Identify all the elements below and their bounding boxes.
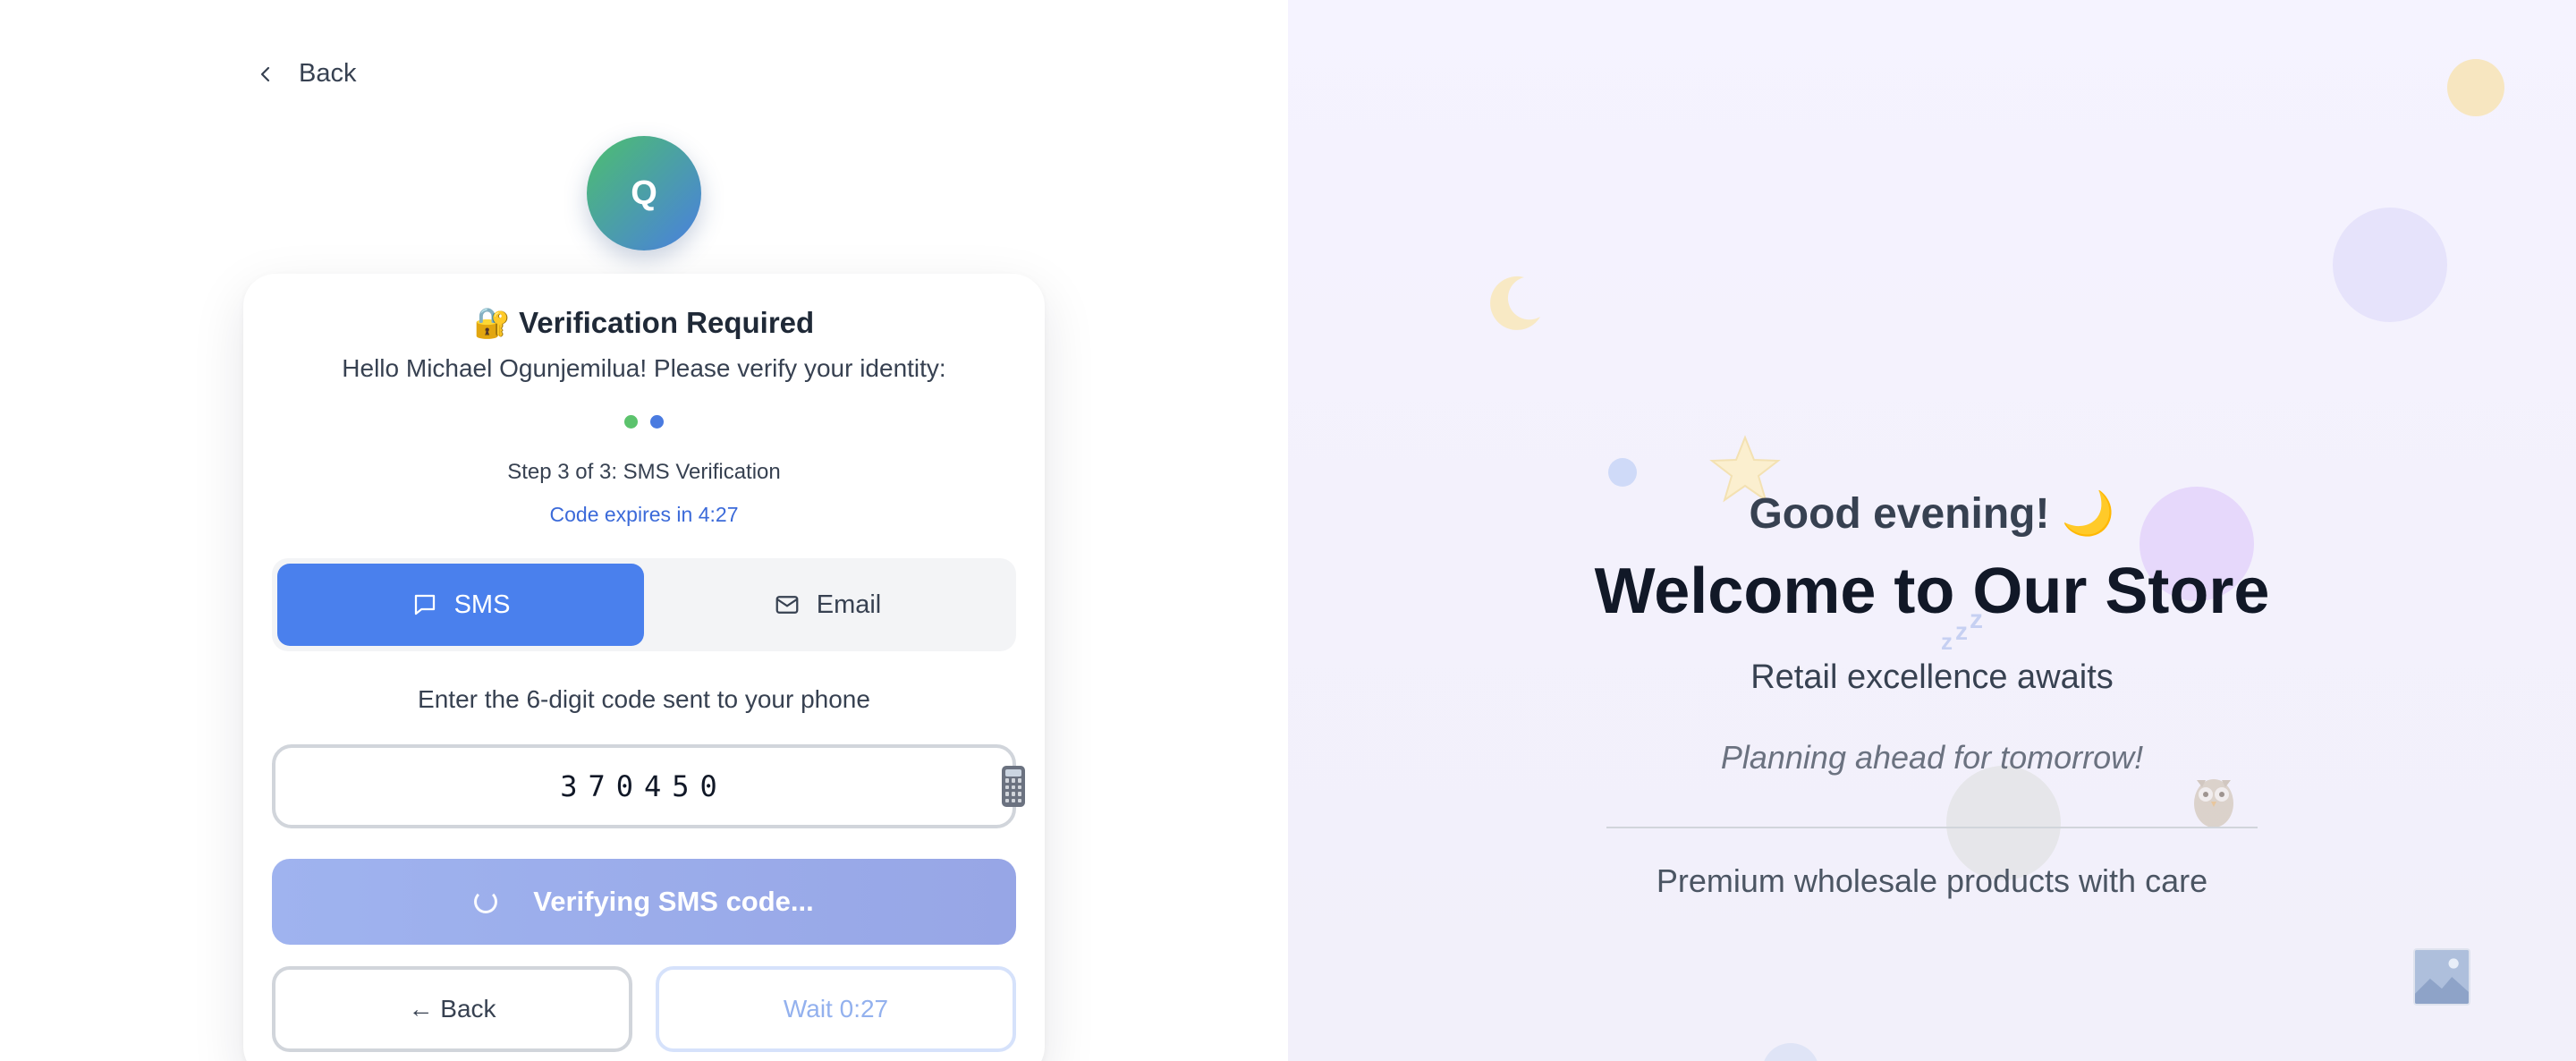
- decorative-bubble: [1762, 1043, 1819, 1061]
- avatar: Q: [587, 136, 701, 250]
- divider: [1606, 827, 2258, 828]
- tab-email-label: Email: [816, 590, 882, 619]
- verification-panel: Back Q 🔐 Verification Required Hello Mic…: [0, 0, 1288, 1061]
- method-selector: SMS Email: [272, 558, 1016, 651]
- progress-dots: [243, 415, 1045, 429]
- subtagline: Planning ahead for tomorrow!: [1720, 739, 2144, 776]
- code-instruction: Enter the 6-digit code sent to your phon…: [418, 685, 870, 713]
- page-title: 🔐 Verification Required: [473, 306, 815, 339]
- code-expiry-timer: Code expires in 4:27: [549, 503, 739, 526]
- welcome-title: Welcome to Our Store: [1594, 556, 2270, 627]
- verify-button-label: Verifying SMS code...: [533, 886, 814, 917]
- description: Premium wholesale products with care: [1656, 862, 2208, 899]
- action-row: ← Back Wait 0:27: [272, 966, 1016, 1052]
- picture-icon: [2413, 948, 2470, 1006]
- phone-icon: [1002, 766, 1025, 807]
- tab-sms[interactable]: SMS: [277, 564, 644, 646]
- decorative-bubble: [2447, 59, 2504, 116]
- resend-wait-button[interactable]: Wait 0:27: [656, 966, 1016, 1052]
- verification-code-input[interactable]: [272, 744, 1016, 828]
- verify-button[interactable]: Verifying SMS code...: [272, 859, 1016, 945]
- tab-email[interactable]: Email: [644, 564, 1011, 646]
- back-button[interactable]: ← Back: [272, 966, 632, 1052]
- step-indicator: Step 3 of 3: SMS Verification: [507, 460, 781, 484]
- back-link[interactable]: Back: [258, 59, 356, 89]
- greeting-text: Hello Michael Ogunjemilua! Please verify…: [342, 354, 946, 382]
- moon-icon: [1490, 276, 1540, 330]
- decorative-bubble: [1608, 458, 1637, 487]
- welcome-hero: z z z Good evening! 🌙 Welcome to Our Sto…: [1288, 0, 2576, 1061]
- decorative-bubble: [2333, 208, 2447, 322]
- progress-dot-complete: [624, 415, 638, 429]
- greeting-heading: Good evening! 🌙: [1749, 490, 2115, 538]
- mail-icon: [775, 596, 799, 614]
- owl-icon: [2194, 779, 2233, 828]
- back-link-label: Back: [299, 59, 357, 88]
- tagline: Retail excellence awaits: [1750, 658, 2114, 696]
- tab-sms-label: SMS: [453, 590, 511, 619]
- verification-card: 🔐 Verification Required Hello Michael Og…: [243, 274, 1045, 1061]
- message-icon: [414, 594, 435, 615]
- progress-dot-current: [650, 415, 664, 429]
- spinner-icon: [474, 890, 498, 913]
- chevron-left-icon: [260, 66, 270, 81]
